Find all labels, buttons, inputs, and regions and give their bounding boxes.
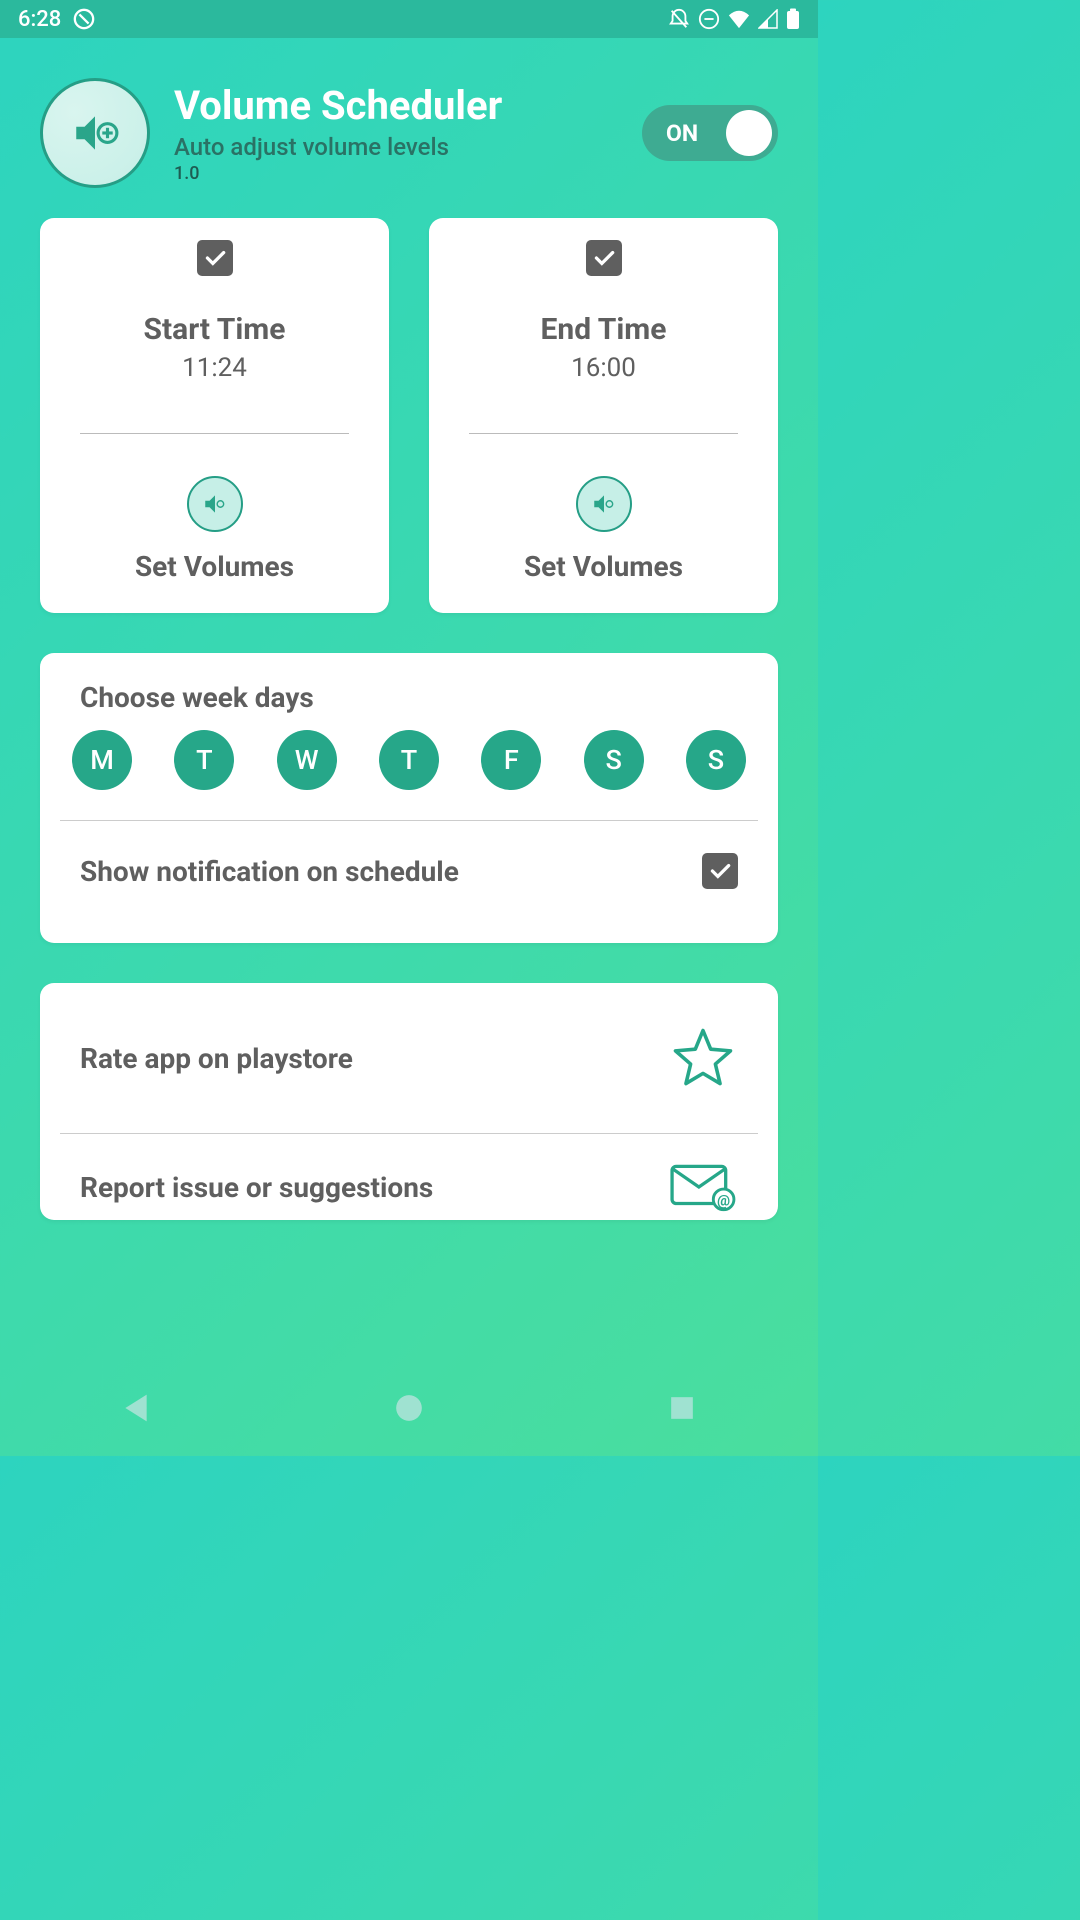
end-time-label: End Time <box>449 312 758 347</box>
start-set-volumes-button[interactable]: Set Volumes <box>60 476 369 583</box>
day-wednesday[interactable]: W <box>277 730 337 790</box>
start-time-checkbox[interactable] <box>197 240 233 276</box>
notification-row[interactable]: Show notification on schedule <box>60 821 758 921</box>
rate-app-row[interactable]: Rate app on playstore <box>60 983 758 1133</box>
speaker-icon <box>591 491 617 517</box>
start-time-card: Start Time 11:24 Set Volumes <box>40 218 389 613</box>
toggle-thumb <box>726 110 772 156</box>
checkmark-icon <box>591 245 617 271</box>
app-title: Volume Scheduler <box>174 82 618 129</box>
end-time-checkbox[interactable] <box>586 240 622 276</box>
start-time-label: Start Time <box>60 312 369 347</box>
master-toggle[interactable]: ON <box>642 105 778 161</box>
status-bar: 6:28 <box>0 0 818 38</box>
circle-home-icon <box>395 1394 423 1422</box>
day-sunday[interactable]: S <box>686 730 746 790</box>
checkmark-icon <box>202 245 228 271</box>
rate-app-label: Rate app on playstore <box>80 1042 353 1075</box>
app-logo <box>40 78 150 188</box>
speaker-icon <box>202 491 228 517</box>
start-set-volumes-label: Set Volumes <box>60 550 369 583</box>
triangle-back-icon <box>122 1392 150 1424</box>
day-friday[interactable]: F <box>481 730 541 790</box>
star-icon <box>668 1025 738 1091</box>
report-issue-label: Report issue or suggestions <box>80 1171 433 1204</box>
end-time-card: End Time 16:00 Set Volumes <box>429 218 778 613</box>
notification-checkbox[interactable] <box>702 853 738 889</box>
divider <box>469 433 738 434</box>
day-thursday[interactable]: T <box>379 730 439 790</box>
volume-icon-circle <box>187 476 243 532</box>
end-set-volumes-button[interactable]: Set Volumes <box>449 476 758 583</box>
end-time-value[interactable]: 16:00 <box>449 353 758 383</box>
days-row: M T W T F S S <box>60 730 758 790</box>
alarm-off-icon <box>668 8 690 30</box>
day-monday[interactable]: M <box>72 730 132 790</box>
home-button[interactable] <box>389 1388 429 1428</box>
day-tuesday[interactable]: T <box>174 730 234 790</box>
actions-card: Rate app on playstore Report issue or su… <box>40 983 778 1220</box>
wifi-icon <box>728 9 750 29</box>
square-recent-icon <box>669 1395 695 1421</box>
week-days-title: Choose week days <box>60 681 758 714</box>
start-time-value[interactable]: 11:24 <box>60 353 369 383</box>
status-time: 6:28 <box>18 7 61 32</box>
battery-icon <box>786 8 800 30</box>
auto-rotate-icon <box>73 8 95 30</box>
system-navbar <box>0 1360 818 1456</box>
volume-icon-circle <box>576 476 632 532</box>
report-issue-row[interactable]: Report issue or suggestions @ <box>60 1134 758 1220</box>
divider <box>80 433 349 434</box>
mail-at-icon: @ <box>668 1162 738 1212</box>
day-saturday[interactable]: S <box>584 730 644 790</box>
back-button[interactable] <box>116 1388 156 1428</box>
speaker-plus-icon <box>70 108 120 158</box>
toggle-label: ON <box>666 120 698 147</box>
notification-label: Show notification on schedule <box>80 855 459 888</box>
app-subtitle: Auto adjust volume levels <box>174 133 618 161</box>
app-version: 1.0 <box>174 163 618 184</box>
signal-icon <box>758 9 778 29</box>
svg-text:@: @ <box>717 1193 730 1210</box>
checkmark-icon <box>707 858 733 884</box>
week-days-card: Choose week days M T W T F S S Show noti… <box>40 653 778 943</box>
end-set-volumes-label: Set Volumes <box>449 550 758 583</box>
dnd-icon <box>698 8 720 30</box>
recent-button[interactable] <box>662 1388 702 1428</box>
app-header: Volume Scheduler Auto adjust volume leve… <box>40 38 778 218</box>
